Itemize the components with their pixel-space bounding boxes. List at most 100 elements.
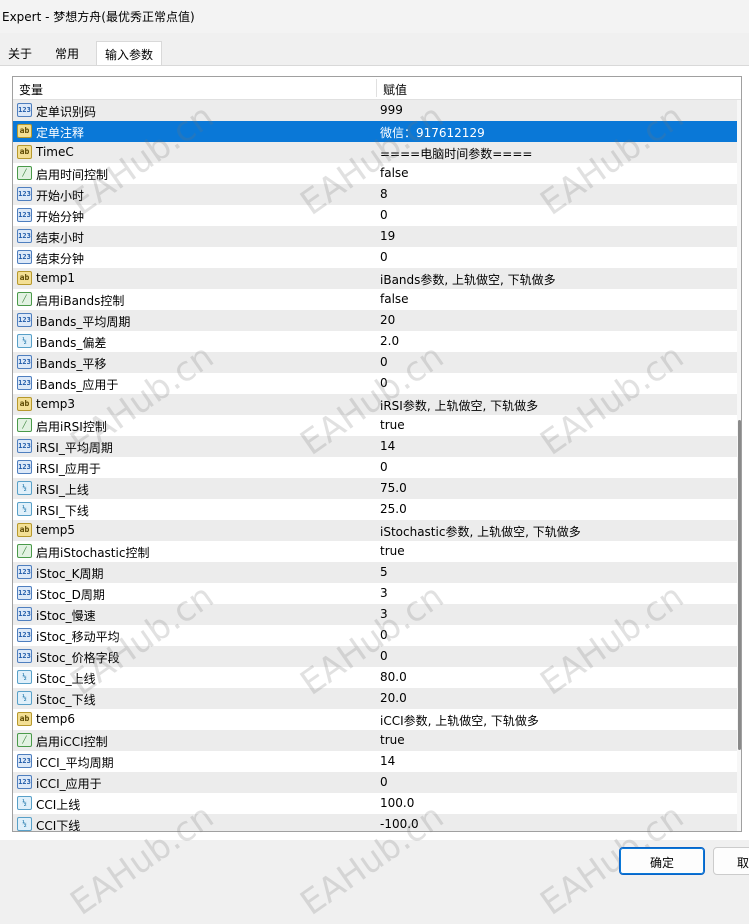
table-row[interactable]: 123 结束小时 19 xyxy=(13,226,738,247)
parameter-name: 启用iBands控制 xyxy=(36,294,125,308)
table-row[interactable]: ab temp5 iStochastic参数, 上轨做空, 下轨做多 xyxy=(13,520,738,541)
parameter-value[interactable]: 3 xyxy=(380,607,388,621)
table-row[interactable]: 123 iStoc_D周期 3 xyxy=(13,583,738,604)
table-row[interactable]: 123 结束分钟 0 xyxy=(13,247,738,268)
parameter-name: 定单识别码 xyxy=(36,105,97,119)
table-row[interactable]: ab 定单注释 微信：917612129 xyxy=(13,121,738,142)
parameter-value[interactable]: 8 xyxy=(380,187,388,201)
vertical-scrollbar[interactable] xyxy=(737,100,741,831)
tab-strip: 关于 常用 输入参数 xyxy=(0,41,749,66)
parameter-value[interactable]: 75.0 xyxy=(380,481,407,495)
table-row[interactable]: ab temp3 iRSI参数, 上轨做空, 下轨做多 xyxy=(13,394,738,415)
table-row[interactable]: ½ CCI下线 -100.0 xyxy=(13,814,738,831)
parameter-value[interactable]: 2.0 xyxy=(380,334,399,348)
parameters-grid: 变量 赋值 123 定单识别码 999 ab 定单注释 微信：917612129 ab Tim… xyxy=(12,76,742,832)
table-row[interactable]: 123 iBands_平移 0 xyxy=(13,352,738,373)
grid-rows: 123 定单识别码 999 ab 定单注释 微信：917612129 ab TimeC ====… xyxy=(13,100,738,831)
table-row[interactable]: 123 iBands_应用于 0 xyxy=(13,373,738,394)
table-row[interactable]: ╱ 启用iRSI控制 true xyxy=(13,415,738,436)
parameter-value[interactable]: ====电脑时间参数==== xyxy=(380,145,532,162)
table-row[interactable]: 123 iRSI_应用于 0 xyxy=(13,457,738,478)
parameter-value[interactable]: 100.0 xyxy=(380,796,414,810)
parameter-value[interactable]: 0 xyxy=(380,355,388,369)
parameter-value[interactable]: true xyxy=(380,733,405,747)
parameter-name: 结束分钟 xyxy=(36,252,85,266)
parameter-value[interactable]: 14 xyxy=(380,439,395,453)
table-row[interactable]: 123 iRSI_平均周期 14 xyxy=(13,436,738,457)
tab-common-label: 常用 xyxy=(55,47,80,61)
table-row[interactable]: 123 iStoc_移动平均 0 xyxy=(13,625,738,646)
parameter-value[interactable]: 微信：917612129 xyxy=(380,124,485,141)
bool-icon: ╱ xyxy=(17,544,32,558)
table-row[interactable]: ½ iStoc_下线 20.0 xyxy=(13,688,738,709)
parameter-value[interactable]: 0 xyxy=(380,250,388,264)
table-row[interactable]: 123 iCCI_应用于 0 xyxy=(13,772,738,793)
cancel-button[interactable]: 取 xyxy=(713,847,749,875)
ok-button[interactable]: 确定 xyxy=(619,847,705,875)
table-row[interactable]: ab temp1 iBands参数, 上轨做空, 下轨做多 xyxy=(13,268,738,289)
table-row[interactable]: ab TimeC ====电脑时间参数==== xyxy=(13,142,738,163)
parameter-value[interactable]: 3 xyxy=(380,586,388,600)
parameter-value[interactable]: 0 xyxy=(380,208,388,222)
table-row[interactable]: ╱ 启用iStochastic控制 true xyxy=(13,541,738,562)
parameter-value[interactable]: true xyxy=(380,544,405,558)
parameter-value[interactable]: iBands参数, 上轨做空, 下轨做多 xyxy=(380,271,556,288)
parameter-value[interactable]: 0 xyxy=(380,649,388,663)
parameter-value[interactable]: 20.0 xyxy=(380,691,407,705)
parameter-name: iBands_平移 xyxy=(36,357,107,371)
parameter-value[interactable]: 0 xyxy=(380,376,388,390)
table-row[interactable]: ½ iBands_偏差 2.0 xyxy=(13,331,738,352)
double-icon: ½ xyxy=(17,817,32,831)
table-row[interactable]: ½ iRSI_下线 25.0 xyxy=(13,499,738,520)
parameter-value[interactable]: 0 xyxy=(380,628,388,642)
parameter-value[interactable]: 999 xyxy=(380,103,403,117)
parameter-value[interactable]: true xyxy=(380,418,405,432)
parameter-value[interactable]: 5 xyxy=(380,565,388,579)
table-row[interactable]: 123 iStoc_K周期 5 xyxy=(13,562,738,583)
table-row[interactable]: 123 定单识别码 999 xyxy=(13,100,738,121)
parameter-value[interactable]: 14 xyxy=(380,754,395,768)
double-icon: ½ xyxy=(17,670,32,684)
column-header-value[interactable]: 赋值 xyxy=(377,77,738,99)
integer-icon: 123 xyxy=(17,250,32,264)
string-icon: ab xyxy=(17,712,32,726)
parameter-name: 开始小时 xyxy=(36,189,85,203)
parameter-value[interactable]: iCCI参数, 上轨做空, 下轨做多 xyxy=(380,712,539,729)
table-row[interactable]: 123 iStoc_慢速 3 xyxy=(13,604,738,625)
table-row[interactable]: 123 开始小时 8 xyxy=(13,184,738,205)
scrollbar-thumb[interactable] xyxy=(738,420,741,750)
parameter-value[interactable]: 25.0 xyxy=(380,502,407,516)
parameter-value[interactable]: 19 xyxy=(380,229,395,243)
parameter-name: iStoc_慢速 xyxy=(36,609,96,623)
parameter-value[interactable]: false xyxy=(380,292,409,306)
tab-input-params[interactable]: 输入参数 xyxy=(96,41,163,66)
parameter-name: iBands_偏差 xyxy=(36,336,107,350)
table-row[interactable]: 123 iCCI_平均周期 14 xyxy=(13,751,738,772)
table-row[interactable]: ½ iStoc_上线 80.0 xyxy=(13,667,738,688)
integer-icon: 123 xyxy=(17,754,32,768)
column-header-variable[interactable]: 变量 xyxy=(13,77,376,99)
parameter-value[interactable]: iRSI参数, 上轨做空, 下轨做多 xyxy=(380,397,538,414)
parameter-value[interactable]: 80.0 xyxy=(380,670,407,684)
parameter-value[interactable]: -100.0 xyxy=(380,817,419,831)
table-row[interactable]: ╱ 启用时间控制 false xyxy=(13,163,738,184)
integer-icon: 123 xyxy=(17,460,32,474)
table-row[interactable]: ½ iRSI_上线 75.0 xyxy=(13,478,738,499)
parameter-name: iStoc_价格字段 xyxy=(36,651,120,665)
table-row[interactable]: 123 开始分钟 0 xyxy=(13,205,738,226)
table-row[interactable]: ╱ 启用iCCI控制 true xyxy=(13,730,738,751)
parameter-value[interactable]: false xyxy=(380,166,409,180)
tab-common[interactable]: 常用 xyxy=(47,41,87,65)
table-row[interactable]: ╱ 启用iBands控制 false xyxy=(13,289,738,310)
window-title-bar: Expert - 梦想方舟(最优秀正常点值) xyxy=(0,0,749,33)
table-row[interactable]: ab temp6 iCCI参数, 上轨做空, 下轨做多 xyxy=(13,709,738,730)
table-row[interactable]: 123 iStoc_价格字段 0 xyxy=(13,646,738,667)
parameter-value[interactable]: iStochastic参数, 上轨做空, 下轨做多 xyxy=(380,523,581,540)
table-row[interactable]: 123 iBands_平均周期 20 xyxy=(13,310,738,331)
tab-about[interactable]: 关于 xyxy=(0,41,40,65)
parameter-value[interactable]: 0 xyxy=(380,460,388,474)
parameter-name: 开始分钟 xyxy=(36,210,85,224)
parameter-value[interactable]: 20 xyxy=(380,313,395,327)
parameter-value[interactable]: 0 xyxy=(380,775,388,789)
table-row[interactable]: ½ CCI上线 100.0 xyxy=(13,793,738,814)
